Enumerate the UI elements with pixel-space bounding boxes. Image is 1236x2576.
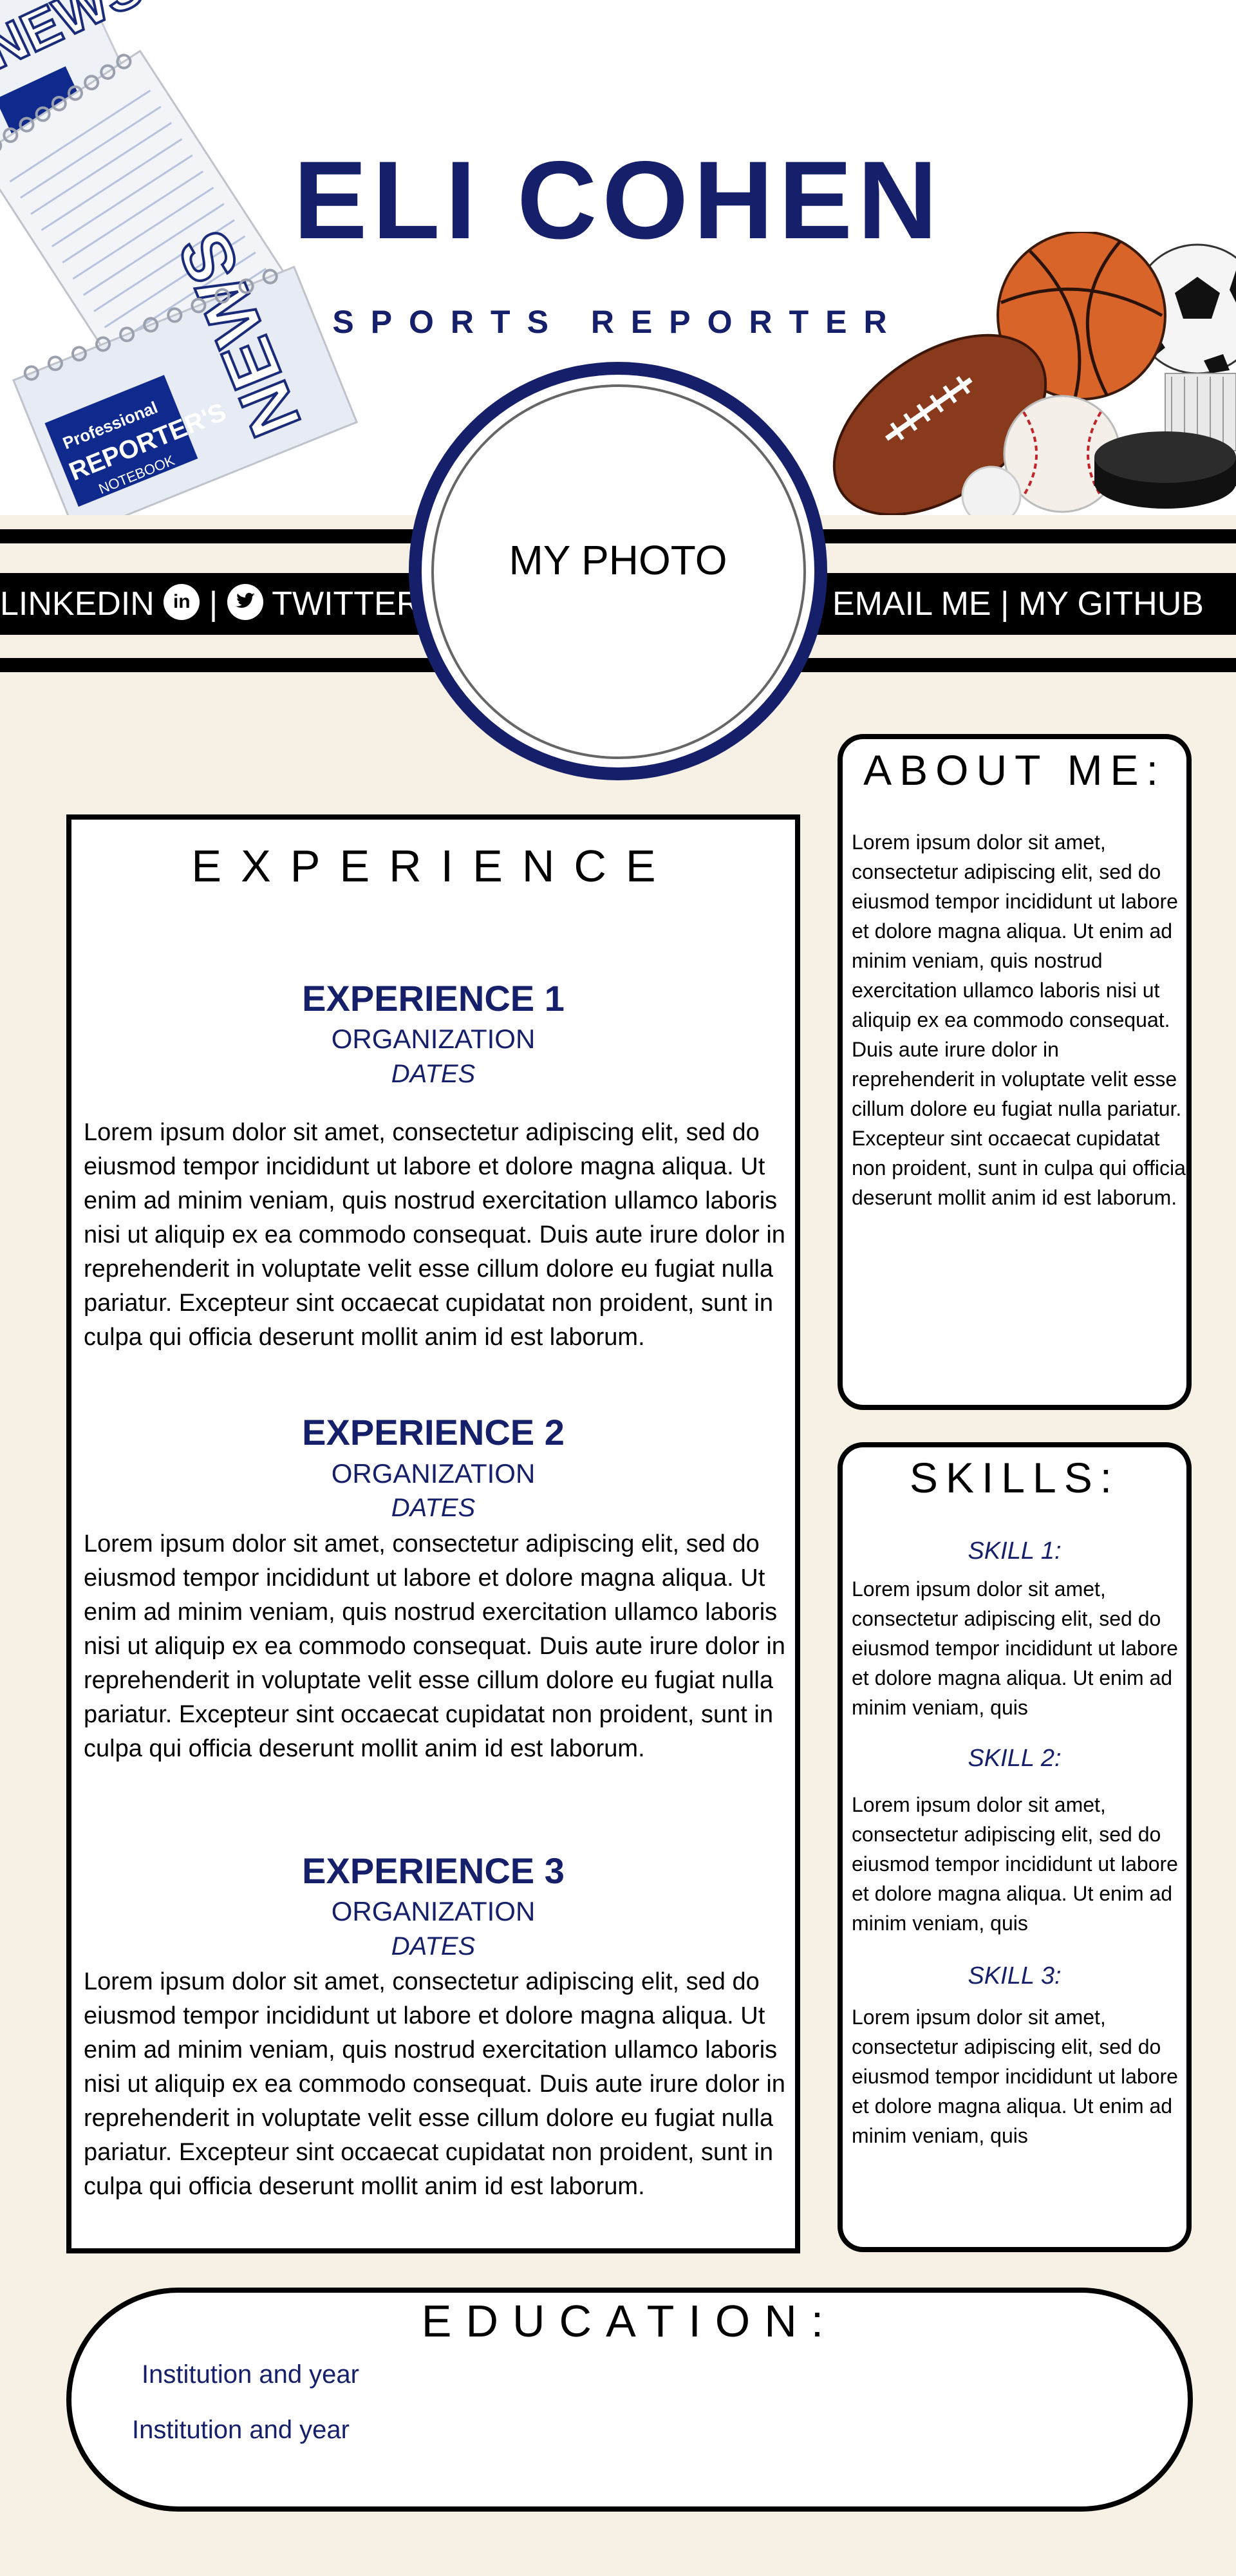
experience-1-organization: ORGANIZATION bbox=[331, 1024, 536, 1054]
linkedin-link-group[interactable]: LINKEDIN in | TWITTER bbox=[0, 573, 420, 635]
github-link[interactable]: MY GITHUB bbox=[1018, 585, 1204, 623]
about-title: ABOUT ME: bbox=[863, 746, 1166, 794]
person-name: ELI COHEN bbox=[293, 138, 943, 262]
experience-2-name: EXPERIENCE 2 bbox=[302, 1412, 565, 1453]
job-title: SPORTS REPORTER bbox=[332, 304, 904, 340]
experience-1-description: Lorem ipsum dolor sit amet, consectetur … bbox=[84, 1119, 785, 1351]
experience-3-dates: DATES bbox=[391, 1932, 476, 1960]
separator: | bbox=[1000, 585, 1009, 623]
hockey-puck-icon bbox=[1094, 431, 1236, 509]
education-title: EDUCATION: bbox=[421, 2296, 838, 2346]
twitter-icon[interactable] bbox=[227, 584, 263, 621]
skill-2-body: Lorem ipsum dolor sit amet, consectetur … bbox=[852, 1793, 1178, 1935]
separator: | bbox=[209, 585, 218, 623]
experience-3-name: EXPERIENCE 3 bbox=[302, 1850, 565, 1891]
contact-link-group: EMAIL ME | MY GITHUB bbox=[832, 573, 1204, 635]
skill-2-label: SKILL 2: bbox=[968, 1745, 1062, 1772]
education-item-2: Institution and year bbox=[132, 2416, 350, 2444]
experience-2-organization: ORGANIZATION bbox=[331, 1458, 536, 1489]
skill-3-label: SKILL 3: bbox=[968, 1962, 1062, 1989]
experience-2-description: Lorem ipsum dolor sit amet, consectetur … bbox=[84, 1530, 785, 1762]
skill-1-body: Lorem ipsum dolor sit amet, consectetur … bbox=[852, 1577, 1178, 1719]
experience-1-name: EXPERIENCE 1 bbox=[302, 978, 565, 1019]
experience-2-dates: DATES bbox=[391, 1494, 476, 1522]
about-body: Lorem ipsum dolor sit amet, consectetur … bbox=[852, 831, 1186, 1209]
experience-3-description: Lorem ipsum dolor sit amet, consectetur … bbox=[84, 1968, 785, 2200]
twitter-link[interactable]: TWITTER bbox=[272, 585, 420, 623]
skill-3-body: Lorem ipsum dolor sit amet, consectetur … bbox=[852, 2006, 1178, 2147]
experience-1-dates: DATES bbox=[391, 1060, 476, 1088]
skill-1-label: SKILL 1: bbox=[968, 1537, 1062, 1565]
golf-ball-icon bbox=[961, 465, 1022, 515]
linkedin-link[interactable]: LINKEDIN bbox=[0, 585, 154, 623]
skills-title: SKILLS: bbox=[909, 1454, 1120, 1501]
sports-balls-illustration bbox=[832, 232, 1236, 515]
experience-3-organization: ORGANIZATION bbox=[331, 1896, 536, 1926]
experience-title: EXPERIENCE bbox=[191, 841, 675, 891]
education-item-1: Institution and year bbox=[142, 2360, 359, 2389]
linkedin-icon[interactable]: in bbox=[164, 584, 200, 621]
photo-label: MY PHOTO bbox=[509, 537, 727, 583]
email-link[interactable]: EMAIL ME bbox=[832, 585, 991, 623]
